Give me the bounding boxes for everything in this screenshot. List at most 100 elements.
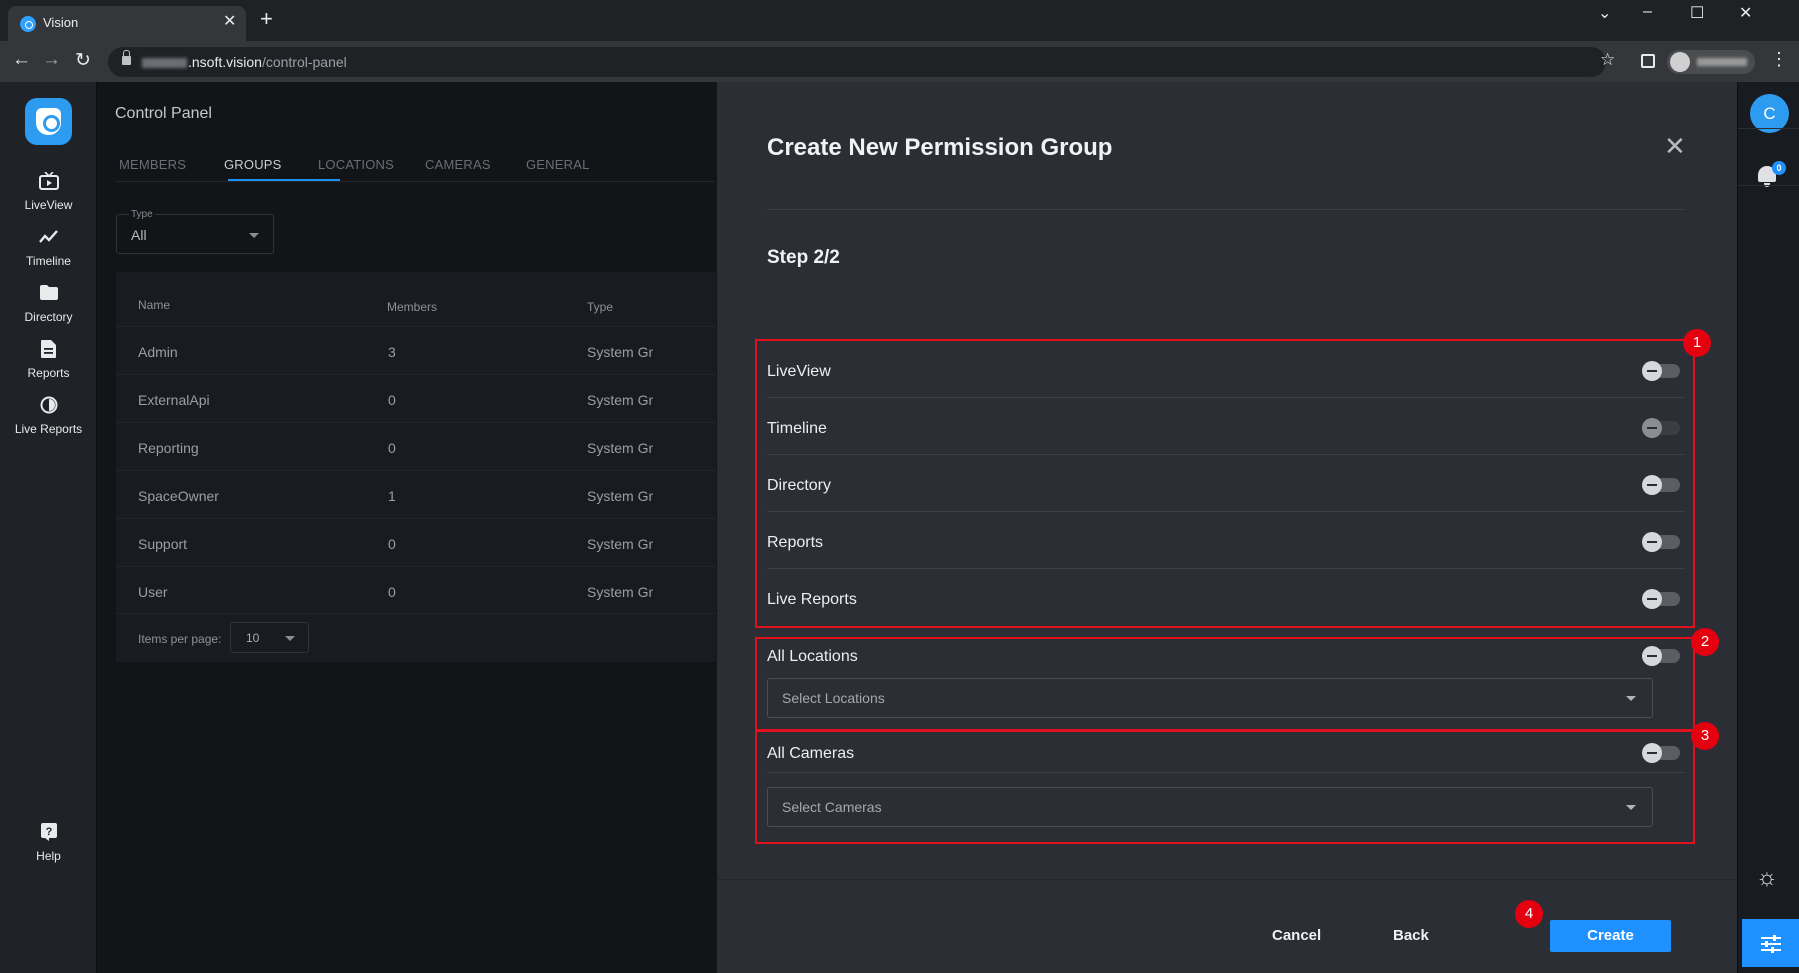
back-button[interactable]: Back [1393,927,1429,944]
divider [1738,185,1799,186]
directory-toggle[interactable] [1642,475,1680,495]
nav-item-liveview[interactable]: LiveView [0,162,97,220]
browser-tabbar: Vision ✕ + ⌄ – ☐ ✕ [0,0,1799,41]
settings-sliders-button[interactable] [1742,919,1799,967]
row-members: 0 [388,536,396,552]
permission-label: Live Reports [767,591,857,608]
left-navigation: LiveView Timeline Directory Reports Live… [0,82,97,973]
nav-item-live-reports[interactable]: Live Reports [0,386,97,444]
all-cameras-row: All Cameras [767,730,1685,773]
forward-arrow-icon[interactable]: → [42,49,61,71]
profile-avatar [1670,52,1690,72]
all-cameras-label: All Cameras [767,745,855,762]
permission-label: LiveView [767,363,831,380]
browser-menu-icon[interactable]: ⋮ [1770,49,1788,70]
caret-down-icon [249,233,259,238]
sliders-icon [1761,934,1781,953]
table-row[interactable]: Reporting 0 System Gr [116,422,716,470]
row-members: 3 [388,344,396,360]
groups-table: Name Members Type Admin 3 System Gr Exte… [116,272,716,662]
notification-count-badge: 0 [1772,161,1786,175]
nav-item-reports[interactable]: Reports [0,330,97,388]
tab-cameras[interactable]: CAMERAS [425,157,491,172]
type-filter-select[interactable]: Type All [116,209,274,254]
tab-locations[interactable]: LOCATIONS [318,157,394,172]
row-members: 1 [388,488,396,504]
nav-item-directory[interactable]: Directory [0,274,97,332]
select-cameras-dropdown[interactable]: Select Cameras [767,787,1653,827]
step-indicator: Step 2/2 [767,247,840,268]
tab-title: Vision [43,15,79,30]
row-type: System Gr [587,536,654,552]
tab-members[interactable]: MEMBERS [119,157,186,172]
table-row[interactable]: ExternalApi 0 System Gr [116,374,716,422]
profile-button[interactable] [1667,50,1755,74]
column-header-type[interactable]: Type [587,300,613,314]
vision-favicon-icon [20,16,36,32]
live-reports-toggle[interactable] [1642,589,1680,609]
all-locations-toggle[interactable] [1642,646,1680,666]
table-row[interactable]: Admin 3 System Gr [116,326,716,374]
reports-toggle[interactable] [1642,532,1680,552]
tab-groups[interactable]: GROUPS [224,157,282,172]
tab-general[interactable]: GENERAL [526,157,590,172]
column-header-name[interactable]: Name [138,298,170,312]
nav-label: LiveView [24,198,73,212]
select-locations-dropdown[interactable]: Select Locations [767,678,1653,718]
table-row[interactable]: Support 0 System Gr [116,518,716,566]
nav-label: Help [36,849,61,863]
permission-row-timeline: Timeline [767,398,1685,455]
row-type: System Gr [587,440,654,456]
create-permission-group-dialog: Create New Permission Group ✕ Step 2/2 1… [717,82,1737,973]
permission-label: Directory [767,477,832,494]
dialog-title: Create New Permission Group [767,134,1113,161]
all-cameras-toggle[interactable] [1642,743,1680,763]
divider [1738,128,1799,129]
new-tab-icon[interactable]: + [260,6,273,32]
minimize-icon[interactable]: – [1643,3,1652,21]
address-bar[interactable]: .nsoft.vision/control-panel [108,47,1606,77]
annotation-badge-1: 1 [1683,329,1711,357]
column-header-members[interactable]: Members [387,300,437,314]
liveview-toggle[interactable] [1642,361,1680,381]
create-button[interactable]: Create [1550,920,1671,952]
bookmark-star-icon[interactable]: ☆ [1600,50,1615,70]
toggle-knob [1642,589,1662,609]
toggle-knob [1642,532,1662,552]
lock-icon [122,50,131,65]
cancel-button[interactable]: Cancel [1272,927,1321,944]
permission-row-reports: Reports [767,512,1685,569]
nav-item-help[interactable]: ? Help [0,813,97,871]
url-text: .nsoft.vision/control-panel [142,54,347,70]
vision-logo-icon[interactable] [25,98,72,145]
maximize-icon[interactable]: ☐ [1690,3,1704,23]
all-locations-row: All Locations [767,626,1685,683]
row-members: 0 [388,584,396,600]
control-panel: Control Panel MEMBERS GROUPS LOCATIONS C… [97,82,717,973]
items-per-page-select[interactable]: 10 [230,622,309,653]
permission-row-directory: Directory [767,455,1685,512]
live-reports-icon [0,396,97,416]
table-row[interactable]: SpaceOwner 1 System Gr [116,470,716,518]
nav-item-timeline[interactable]: Timeline [0,218,97,276]
timeline-icon [0,228,97,248]
close-window-icon[interactable]: ✕ [1739,3,1752,23]
all-locations-label: All Locations [767,648,858,665]
close-dialog-icon[interactable]: ✕ [1664,131,1686,162]
liveview-icon [0,171,97,192]
timeline-toggle[interactable] [1642,418,1680,438]
reload-icon[interactable]: ↻ [75,49,91,72]
svg-text:?: ? [45,826,52,838]
tab-search-icon[interactable]: ⌄ [1598,3,1611,23]
table-row[interactable]: User 0 System Gr [116,566,716,614]
close-tab-icon[interactable]: ✕ [223,11,236,31]
type-filter-value: All [131,227,147,243]
back-arrow-icon[interactable]: ← [12,49,31,71]
nav-label: Live Reports [14,422,83,436]
side-panel-icon[interactable] [1641,54,1655,68]
browser-tab[interactable]: Vision ✕ [8,6,246,41]
theme-toggle-icon[interactable]: ☼ [1756,864,1778,892]
toggle-knob [1642,743,1662,763]
active-tab-indicator [228,179,340,181]
reports-icon [0,340,97,360]
